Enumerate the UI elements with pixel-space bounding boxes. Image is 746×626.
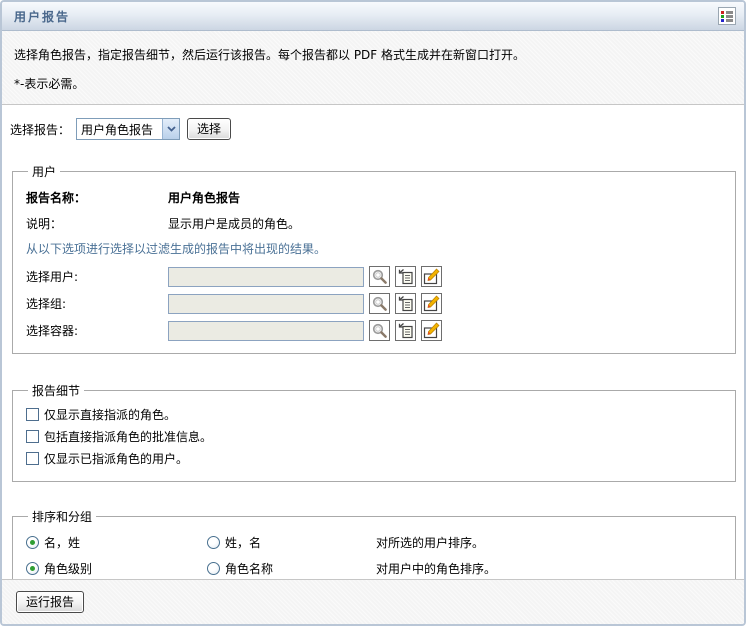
checkbox-direct-roles[interactable]	[26, 408, 39, 421]
group-search-button[interactable]	[369, 293, 390, 314]
checkbox-row-direct-roles: 仅显示直接指派的角色。	[26, 403, 725, 425]
user-reset-button[interactable]	[421, 266, 442, 287]
container-history-button[interactable]	[395, 320, 416, 341]
legend-grid-icon	[721, 10, 733, 22]
chevron-down-icon[interactable]	[162, 119, 179, 139]
sort-row-user: 名，姓 姓，名 对所选的用户排序。	[26, 529, 725, 555]
checkbox-direct-roles-label: 仅显示直接指派的角色。	[44, 406, 176, 423]
reset-icon	[423, 322, 440, 339]
select-user-label: 选择用户:	[26, 268, 168, 285]
select-user-input[interactable]	[168, 267, 364, 287]
select-report-button[interactable]: 选择	[187, 118, 231, 140]
sort-role-note: 对用户中的角色排序。	[376, 560, 496, 577]
select-group-input[interactable]	[168, 294, 364, 314]
intro-section: 选择角色报告，指定报告细节，然后运行该报告。每个报告都以 PDF 格式生成并在新…	[2, 31, 744, 105]
checkbox-row-approval-info: 包括直接指派角色的批准信息。	[26, 425, 725, 447]
radio-option-last-first[interactable]: 姓，名	[207, 534, 376, 551]
portlet-titlebar: 用户报告	[2, 2, 744, 31]
report-select-value: 用户角色报告	[77, 121, 162, 138]
report-description-label: 说明：	[26, 215, 168, 232]
history-icon	[397, 268, 414, 285]
select-group-label: 选择组:	[26, 295, 168, 312]
history-icon	[397, 322, 414, 339]
report-detail-fieldset: 报告细节 仅显示直接指派的角色。 包括直接指派角色的批准信息。 仅显示已指派角色…	[12, 382, 736, 482]
sort-row-role: 角色级别 角色名称 对用户中的角色排序。	[26, 555, 725, 579]
report-description-value: 显示用户是成员的角色。	[168, 215, 300, 232]
user-history-button[interactable]	[395, 266, 416, 287]
checkbox-approval-info[interactable]	[26, 430, 39, 443]
history-icon	[397, 295, 414, 312]
checkbox-row-assigned-users: 仅显示已指派角色的用户。	[26, 447, 725, 469]
radio-option-role-name[interactable]: 角色名称	[207, 560, 376, 577]
required-note: *-表示必需。	[14, 75, 732, 92]
report-selector-row: 选择报告： 用户角色报告 选择	[10, 117, 736, 141]
user-fieldset: 用户 报告名称： 用户角色报告 说明： 显示用户是成员的角色。 从以下选项进行选…	[12, 163, 736, 354]
report-name-value: 用户角色报告	[168, 189, 240, 206]
user-fieldset-legend: 用户	[28, 163, 60, 180]
report-selector-label: 选择报告：	[10, 121, 76, 138]
report-name-row: 报告名称： 用户角色报告	[26, 184, 725, 210]
select-container-label: 选择容器:	[26, 322, 168, 339]
form-area: 选择报告： 用户角色报告 选择 用户 报告名称： 用户角色报告 说明： 显示用户…	[2, 105, 744, 579]
footer-bar: 运行报告	[2, 579, 744, 624]
sort-user-note: 对所选的用户排序。	[376, 534, 484, 551]
radio-last-first-label: 姓，名	[225, 534, 261, 551]
radio-role-name-label: 角色名称	[225, 560, 273, 577]
run-report-button[interactable]: 运行报告	[16, 591, 84, 613]
search-icon	[371, 268, 388, 285]
select-container-row: 选择容器:	[26, 320, 725, 341]
container-reset-button[interactable]	[421, 320, 442, 341]
radio-option-first-last[interactable]: 名，姓	[26, 534, 207, 551]
report-detail-legend: 报告细节	[28, 382, 84, 399]
report-name-label: 报告名称：	[26, 189, 168, 206]
search-icon	[371, 322, 388, 339]
report-description-row: 说明： 显示用户是成员的角色。	[26, 210, 725, 236]
portlet-legend-button[interactable]	[718, 7, 736, 25]
checkbox-assigned-users-label: 仅显示已指派角色的用户。	[44, 450, 188, 467]
checkbox-approval-info-label: 包括直接指派角色的批准信息。	[44, 428, 212, 445]
reset-icon	[423, 295, 440, 312]
reset-icon	[423, 268, 440, 285]
user-report-portlet: 用户报告 选择角色报告，指定报告细节，然后运行该报告。每个报告都以 PDF 格式…	[0, 0, 746, 626]
radio-last-first[interactable]	[207, 536, 220, 549]
sort-group-legend: 排序和分组	[28, 508, 96, 525]
container-search-button[interactable]	[369, 320, 390, 341]
page-title: 用户报告	[14, 8, 70, 25]
search-icon	[371, 295, 388, 312]
radio-role-level[interactable]	[26, 562, 39, 575]
report-select-dropdown[interactable]: 用户角色报告	[76, 118, 180, 140]
radio-first-last-label: 名，姓	[44, 534, 80, 551]
intro-description: 选择角色报告，指定报告细节，然后运行该报告。每个报告都以 PDF 格式生成并在新…	[14, 46, 732, 63]
radio-role-level-label: 角色级别	[44, 560, 92, 577]
radio-first-last[interactable]	[26, 536, 39, 549]
group-history-button[interactable]	[395, 293, 416, 314]
select-group-row: 选择组:	[26, 293, 725, 314]
checkbox-assigned-users[interactable]	[26, 452, 39, 465]
filter-note: 从以下选项进行选择以过滤生成的报告中将出现的结果。	[26, 236, 725, 260]
group-reset-button[interactable]	[421, 293, 442, 314]
radio-option-role-level[interactable]: 角色级别	[26, 560, 207, 577]
radio-role-name[interactable]	[207, 562, 220, 575]
select-container-input[interactable]	[168, 321, 364, 341]
sort-group-fieldset: 排序和分组 名，姓 姓，名 对所选的用户排序。 角色级别	[12, 508, 736, 579]
select-user-row: 选择用户:	[26, 266, 725, 287]
user-search-button[interactable]	[369, 266, 390, 287]
